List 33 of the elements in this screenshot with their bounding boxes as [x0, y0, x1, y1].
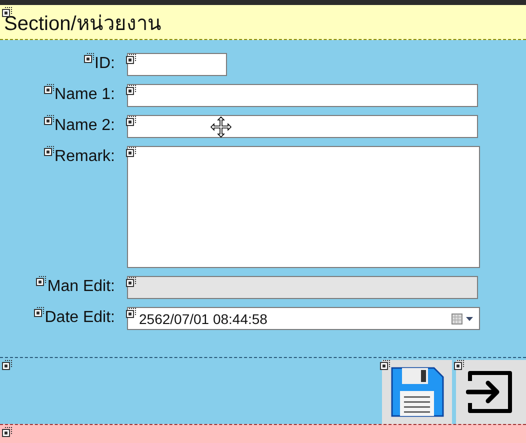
- field-label: Man Edit:: [47, 276, 115, 299]
- memo-field[interactable]: [127, 146, 480, 268]
- field-label: Name 1:: [54, 84, 115, 107]
- anchor-icon: [126, 277, 136, 287]
- anchor-icon: [454, 360, 464, 370]
- anchor-icon: [380, 360, 390, 370]
- move-cursor-icon: [210, 116, 232, 138]
- anchor-icon: [2, 360, 12, 370]
- anchor-icon: [126, 308, 136, 318]
- field-label: Name 2:: [54, 115, 115, 138]
- field-value: 2562/07/01 08:44:58: [139, 310, 268, 326]
- date-field[interactable]: 2562/07/01 08:44:58: [127, 307, 480, 330]
- text-field[interactable]: [127, 53, 227, 76]
- text-field[interactable]: [127, 115, 478, 138]
- anchor-icon: [126, 147, 136, 157]
- form-title: Section/หน่วยงาน: [4, 7, 162, 39]
- anchor-icon: [126, 54, 136, 64]
- anchor-icon: [44, 146, 54, 156]
- anchor-icon: [84, 53, 94, 63]
- anchor-icon: [36, 276, 46, 286]
- save-button[interactable]: [382, 360, 452, 424]
- exit-button[interactable]: [456, 360, 526, 424]
- anchor-icon: [44, 115, 54, 125]
- anchor-icon: [44, 84, 54, 94]
- anchor-icon: [126, 116, 136, 126]
- field-label: Remark:: [54, 146, 115, 268]
- text-field[interactable]: [127, 84, 478, 107]
- calendar-dropdown-icon[interactable]: [451, 313, 475, 325]
- field-label: Date Edit:: [44, 307, 115, 330]
- anchor-icon: [126, 85, 136, 95]
- anchor-icon: [34, 307, 44, 317]
- field-label: ID:: [94, 53, 115, 76]
- anchor-icon: [2, 427, 12, 437]
